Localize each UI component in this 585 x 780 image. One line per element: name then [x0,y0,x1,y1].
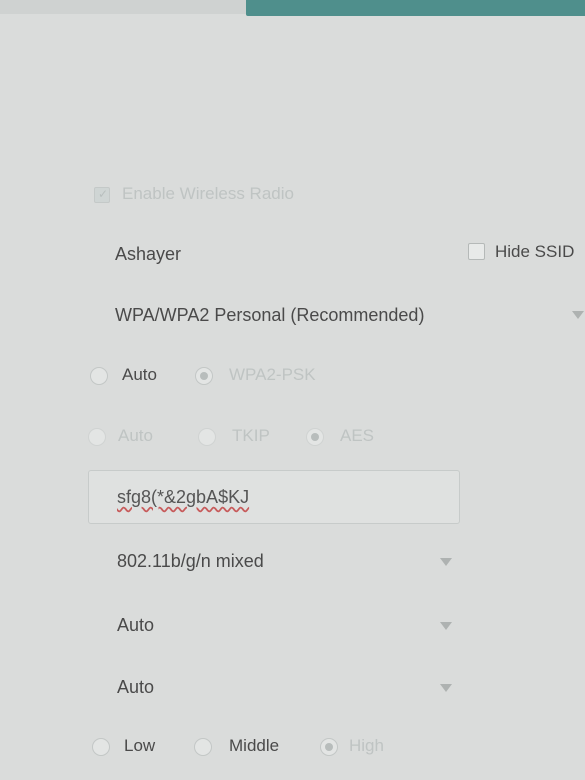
channel-width-select[interactable]: Auto [117,677,154,698]
transmit-power-low-label: Low [124,736,156,755]
enable-wireless-radio-label: Enable Wireless Radio [122,184,294,203]
encryption-aes-label: AES [340,426,375,445]
encryption-aes-radio[interactable] [306,428,324,446]
header-left-area [0,0,246,14]
chevron-down-icon[interactable] [440,558,452,566]
security-select[interactable]: WPA/WPA2 Personal (Recommended) [115,305,424,326]
encryption-auto-label: Auto [118,426,153,445]
chevron-down-icon[interactable] [440,684,452,692]
chevron-down-icon[interactable] [440,622,452,630]
password-input[interactable]: sfg8(*&2gbA$KJ [88,470,460,524]
security-row: WPA/WPA2 Personal (Recommended) [0,301,585,331]
enable-wireless-radio-checkbox[interactable]: ✓ [94,187,110,203]
ssid-row: Ashayer Hide SSID [0,240,585,270]
header-accent-bar [246,0,585,16]
mode-row: 802.11b/g/n mixed [0,548,585,578]
version-auto-label: Auto [122,365,157,384]
transmit-power-high-label: High [349,736,384,755]
enable-wireless-radio-row: ✓ Enable Wireless Radio [0,182,585,206]
hide-ssid-label: Hide SSID [495,242,575,261]
version-wpa2-psk-radio[interactable] [195,367,213,385]
transmit-power-low-radio[interactable] [92,738,110,756]
chevron-down-icon[interactable] [572,311,584,319]
transmit-power-middle-label: Middle [229,736,280,755]
hide-ssid-checkbox[interactable] [468,243,485,260]
version-wpa2-psk-label: WPA2-PSK [229,365,316,384]
transmit-power-row: Low Middle High [0,733,585,763]
channel-row: Auto [0,611,585,641]
version-row: Auto WPA2-PSK [0,362,585,392]
check-icon: ✓ [98,187,109,201]
ssid-field[interactable]: Ashayer [115,244,181,265]
encryption-tkip-radio[interactable] [198,428,216,446]
encryption-tkip-label: TKIP [232,426,270,445]
password-value: sfg8(*&2gbA$KJ [117,487,250,507]
version-auto-radio[interactable] [90,367,108,385]
transmit-power-high-radio[interactable] [320,738,338,756]
encryption-row: Auto TKIP AES [0,424,585,454]
mode-select[interactable]: 802.11b/g/n mixed [117,551,264,572]
channel-select[interactable]: Auto [117,615,154,636]
channel-width-row: Auto [0,673,585,703]
transmit-power-middle-radio[interactable] [194,738,212,756]
encryption-auto-radio[interactable] [88,428,106,446]
